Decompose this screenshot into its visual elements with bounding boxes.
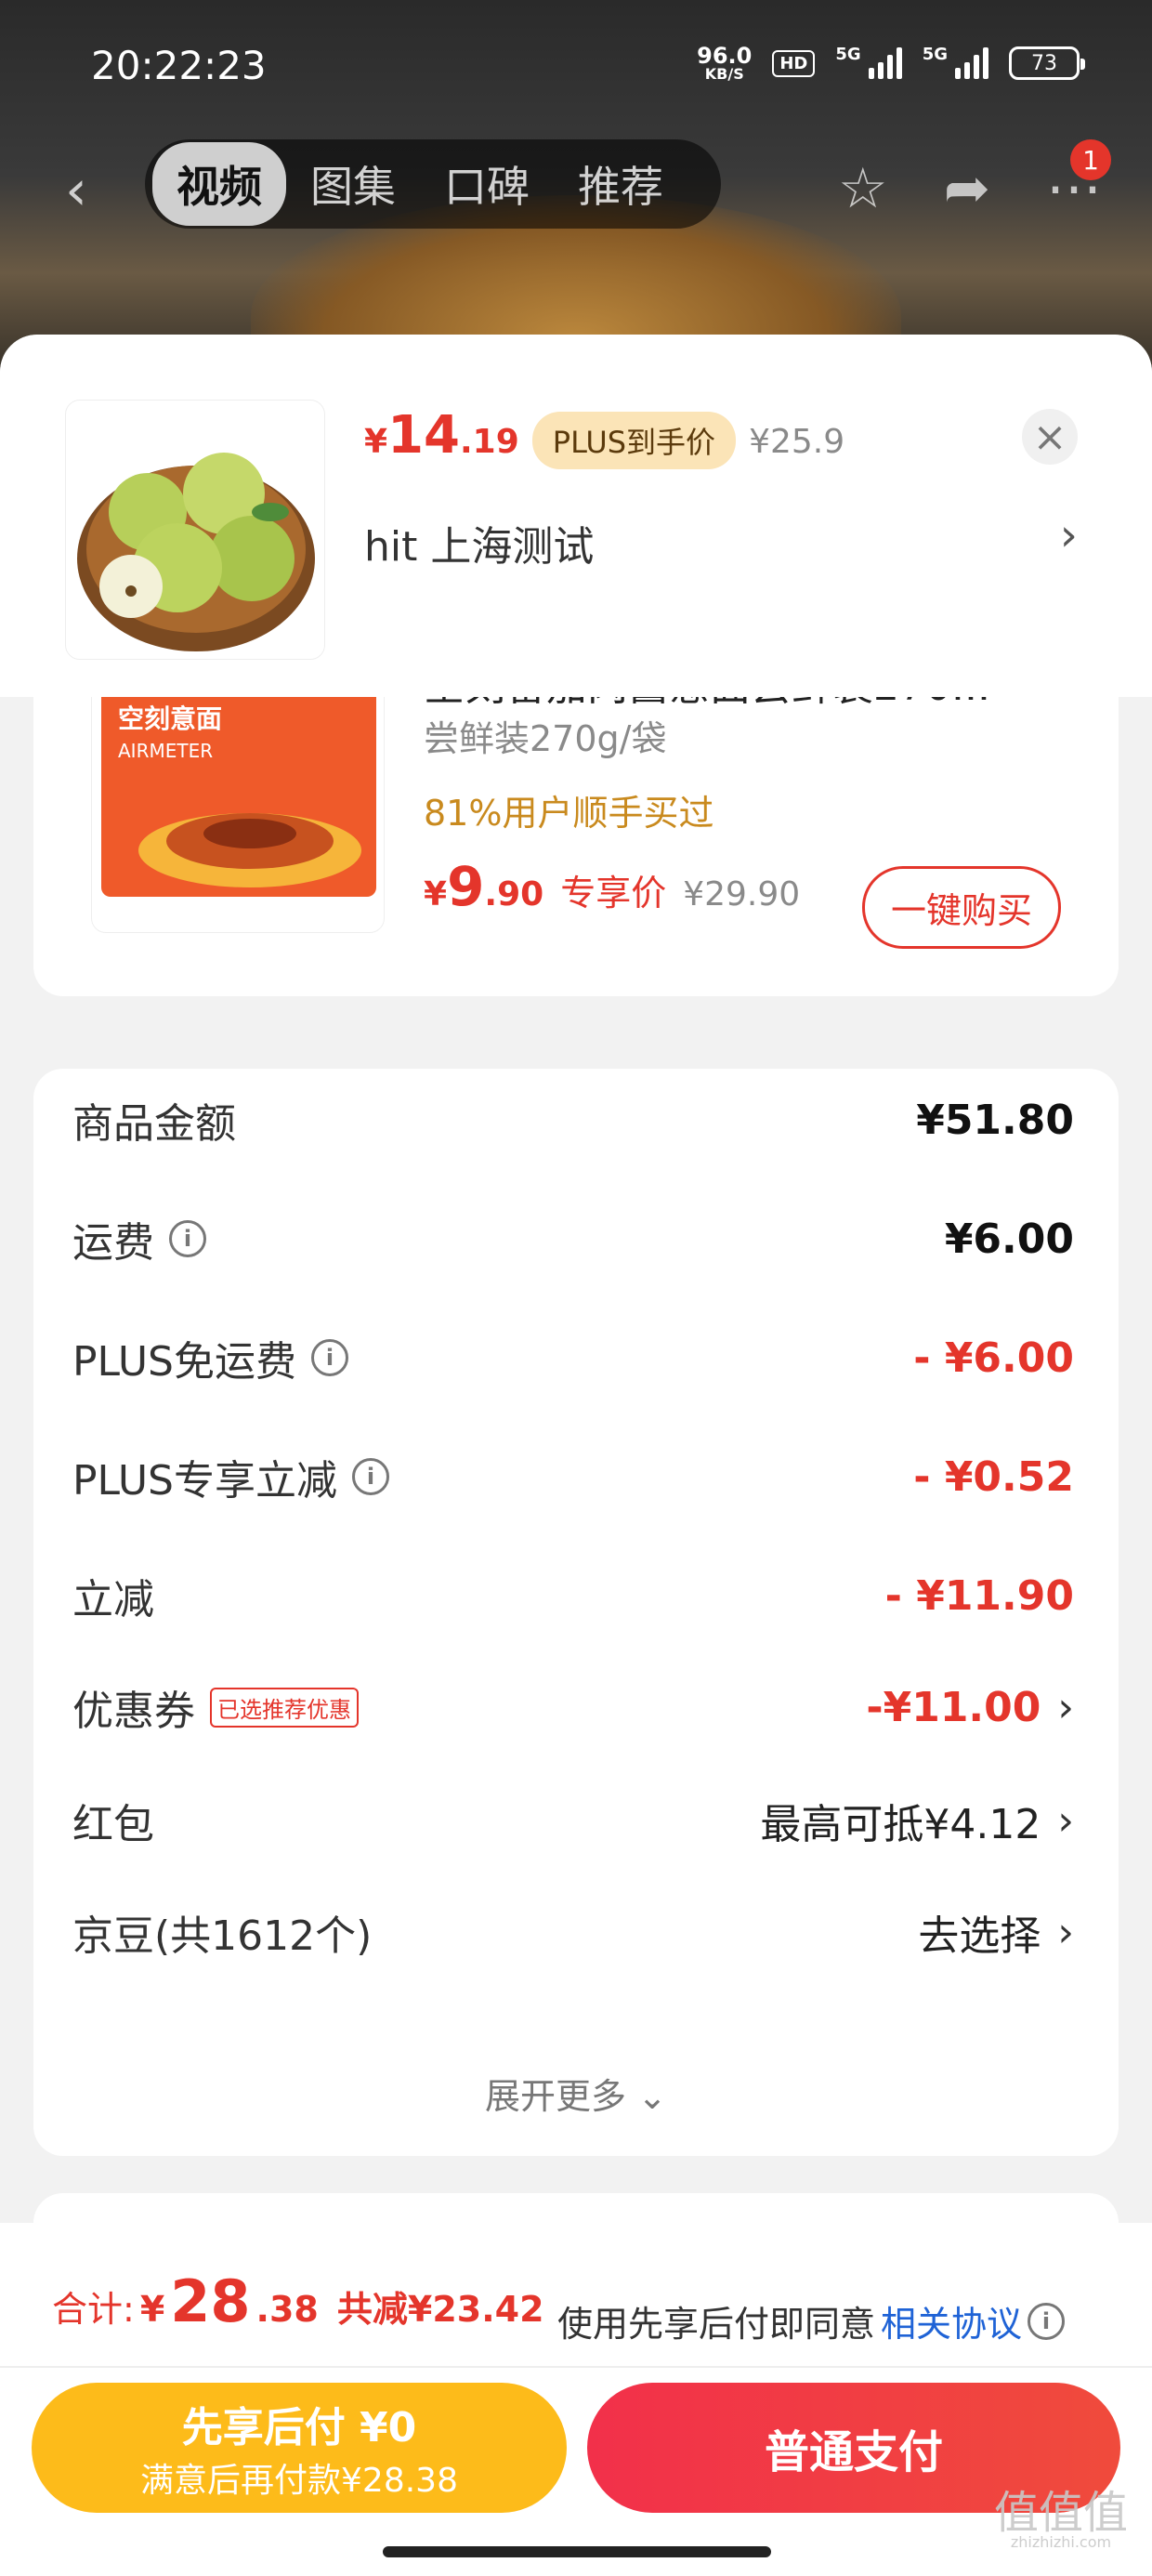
battery-icon: 73 [1009, 46, 1085, 80]
tab-gallery[interactable]: 图集 [286, 142, 420, 226]
header-price: ¥14.19 PLUS到手价 ¥25.9 [364, 405, 844, 469]
plus-price-tag: PLUS到手价 [531, 412, 737, 469]
product-brand-en: AIRMETER [118, 740, 213, 762]
product-price: ¥9.90 专享价 ¥29.90 [424, 855, 800, 918]
status-bar: 20:22:23 96.0 KB/S HD 5G 5G 73 [0, 0, 1152, 139]
coupon-selected-tag: 已选推荐优惠 [210, 1687, 359, 1728]
product-card: 空刻番茄肉酱意面尝鲜装270... 空刻意面 AIRMETER 尝鲜装270g/… [33, 663, 1119, 996]
signal-type-label: 5G [835, 45, 861, 64]
one-click-buy-button[interactable]: 一键购买 [861, 866, 1061, 949]
product-brand-text: 空刻意面 [118, 703, 222, 734]
signal-icon-2 [955, 47, 988, 79]
media-tabs: 视频 图集 口碑 推荐 [145, 139, 721, 229]
info-icon[interactable]: i [311, 1339, 348, 1376]
plus-price: ¥14.19 [364, 405, 519, 466]
agreement-link[interactable]: 相关协议 [881, 2295, 1022, 2346]
chevron-right-icon: › [1057, 1908, 1074, 1956]
hd-icon: HD [772, 49, 816, 77]
product-thumbnail [65, 400, 325, 660]
chevron-right-icon: › [1057, 1683, 1074, 1731]
product-spec: 尝鲜装270g/袋 [424, 718, 667, 759]
bottom-pay-bar: 合计: ¥28.38 共减¥23.42 使用先享后付即同意 相关协议 i 先享后付… [0, 2223, 1152, 2576]
info-icon[interactable]: i [352, 1458, 389, 1495]
signal-icon [868, 47, 902, 79]
back-arrow-icon[interactable]: ‹ [65, 158, 87, 223]
network-speed: 96.0 KB/S [697, 45, 752, 82]
exclusive-price: ¥9.90 [424, 855, 544, 918]
notification-badge: 1 [1070, 139, 1111, 180]
close-icon[interactable]: × [1022, 409, 1078, 465]
site-watermark: 值值值 zhizhizhi.com [993, 2487, 1128, 2551]
favorite-star-icon[interactable]: ☆ [838, 156, 888, 221]
product-image: 空刻意面 AIRMETER [91, 682, 385, 933]
summary-row-instant-discount: 立减 - ¥11.90 [72, 1571, 1074, 1624]
product-nav-bar: ‹ 视频 图集 口碑 推荐 ☆ ➦ ⋯ 1 [0, 139, 1152, 232]
order-total: 合计: ¥28.38 共减¥23.42 [52, 2267, 544, 2335]
share-icon[interactable]: ➦ [944, 156, 990, 221]
clock: 20:22:23 [91, 43, 267, 88]
tab-video[interactable]: 视频 [152, 142, 286, 226]
summary-row-goods-amount: 商品金额 ¥51.80 [72, 1096, 1074, 1149]
info-icon[interactable]: i [1028, 2302, 1066, 2340]
summary-row-plus-free-shipping: PLUS免运费 i - ¥6.00 [72, 1334, 1074, 1387]
summary-row-plus-discount: PLUS专享立减 i - ¥0.52 [72, 1452, 1074, 1505]
price-summary-card: 商品金额 ¥51.80 运费 i ¥6.00 PLUS免运费 i - ¥6.00 P… [33, 1069, 1119, 2156]
exclusive-label: 专享价 [560, 873, 667, 913]
summary-row-coupon[interactable]: 优惠券 已选推荐优惠 -¥11.00 › [72, 1675, 1074, 1740]
expand-more-button[interactable]: 展开更多 ⌄ [33, 2068, 1119, 2119]
tab-reviews[interactable]: 口碑 [420, 142, 554, 226]
tab-recommend[interactable]: 推荐 [554, 142, 687, 226]
divider [0, 2366, 1152, 2368]
network-speed-unit: KB/S [704, 65, 744, 83]
signal-type-label-2: 5G [922, 45, 948, 64]
pay-later-button[interactable]: 先享后付 ¥0 满意后再付款¥28.38 [32, 2383, 567, 2513]
bought-rate: 81%用户顺手买过 [424, 793, 714, 834]
shipping-address[interactable]: hit 上海测试 [364, 513, 594, 572]
network-speed-value: 96.0 [697, 43, 753, 69]
summary-row-jd-beans[interactable]: 京豆(共1612个) 去选择 › [72, 1899, 1074, 1965]
product-original-price: ¥29.90 [683, 875, 801, 913]
home-indicator[interactable] [383, 2546, 771, 2557]
info-icon[interactable]: i [169, 1220, 206, 1257]
total-saved: 共减¥23.42 [336, 2289, 544, 2330]
agreement-notice: 使用先享后付即同意 相关协议 i [557, 2295, 1066, 2346]
nav-actions: ☆ ➦ ⋯ [838, 156, 1102, 221]
sheet-header: ¥14.19 PLUS到手价 ¥25.9 × hit 上海测试 › [0, 335, 1152, 697]
summary-row-red-packet[interactable]: 红包 最高可抵¥4.12 › [72, 1788, 1074, 1853]
chevron-right-icon[interactable]: › [1060, 509, 1078, 561]
summary-row-shipping: 运费 i ¥6.00 [72, 1215, 1074, 1268]
original-price: ¥25.9 [749, 423, 845, 461]
status-icons: 96.0 KB/S HD 5G 5G 73 [697, 45, 1085, 82]
chevron-down-icon: ⌄ [637, 2076, 667, 2117]
chevron-right-icon: › [1057, 1796, 1074, 1845]
